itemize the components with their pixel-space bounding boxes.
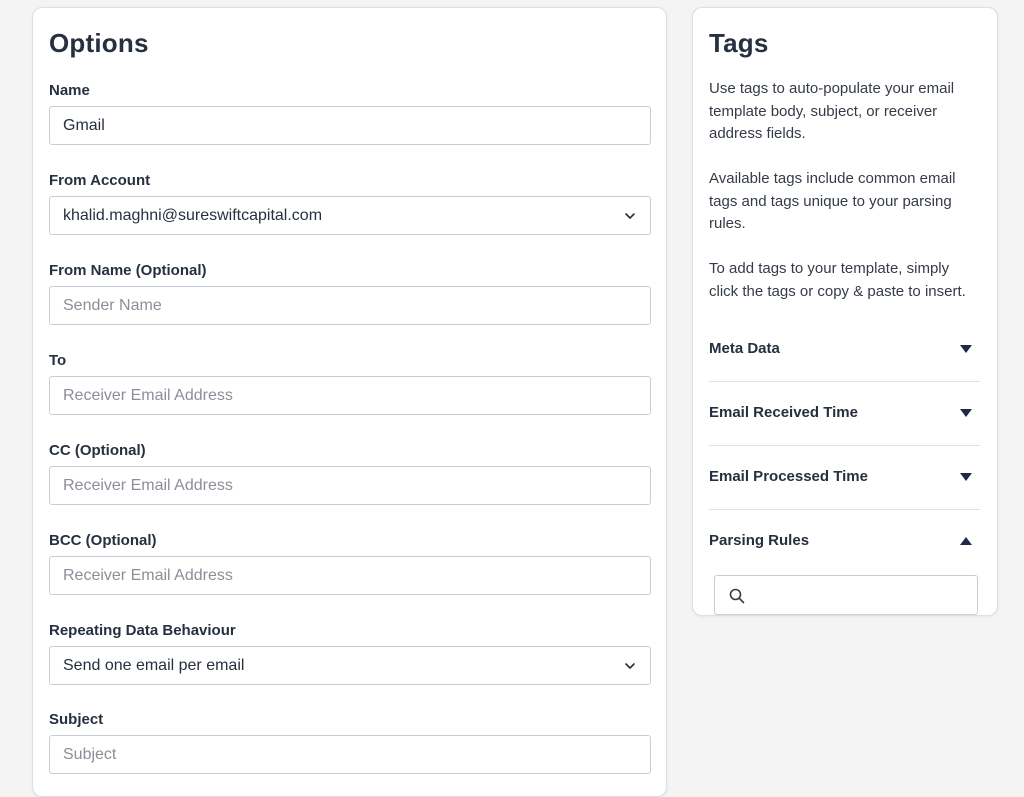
name-field-group: Name (49, 81, 651, 145)
subject-field-group: Subject (49, 710, 651, 774)
from-account-label: From Account (49, 172, 151, 189)
chevron-down-icon (625, 663, 635, 669)
from-account-select[interactable]: khalid.maghni@sureswiftcapital.com (49, 196, 651, 235)
subject-input-box[interactable] (49, 735, 651, 774)
from-account-field-group: From Account khalid.maghni@sureswiftcapi… (49, 171, 651, 235)
accordion-label: Email Processed Time (709, 468, 868, 485)
subject-input[interactable] (63, 736, 637, 773)
bcc-field-group: BCC (Optional) (49, 531, 651, 595)
accordion-parsing-rules[interactable]: Parsing Rules (709, 510, 980, 574)
from-name-field-group: From Name (Optional) (49, 261, 651, 325)
caret-down-icon (960, 345, 972, 353)
name-input[interactable] (63, 107, 637, 144)
caret-up-icon (960, 537, 972, 545)
bcc-input-box[interactable] (49, 556, 651, 595)
options-panel: Options Name From Account khalid.maghni@… (32, 7, 667, 797)
to-input[interactable] (63, 377, 637, 414)
repeating-data-value: Send one email per email (63, 657, 245, 674)
subject-label: Subject (49, 711, 104, 728)
repeating-data-label: Repeating Data Behaviour (49, 622, 236, 639)
options-title: Options (49, 28, 149, 58)
from-account-value: khalid.maghni@sureswiftcapital.com (63, 207, 323, 224)
caret-down-icon (960, 409, 972, 417)
accordion-label: Parsing Rules (709, 532, 810, 549)
name-label: Name (49, 82, 90, 99)
tags-description-3: To add tags to your template, simply cli… (709, 260, 966, 300)
to-field-group: To (49, 351, 651, 415)
repeating-data-field-group: Repeating Data Behaviour Send one email … (49, 621, 651, 685)
tags-description-2: Available tags include common email tags… (709, 170, 956, 232)
parsing-rules-search-input[interactable] (714, 575, 978, 615)
accordion-label: Email Received Time (709, 404, 858, 421)
cc-field-group: CC (Optional) (49, 441, 651, 505)
from-name-input-box[interactable] (49, 286, 651, 325)
name-input-box[interactable] (49, 106, 651, 145)
accordion-email-processed-time[interactable]: Email Processed Time (709, 446, 980, 510)
tags-description-1: Use tags to auto-populate your email tem… (709, 80, 955, 142)
cc-input[interactable] (63, 467, 637, 504)
accordion-label: Meta Data (709, 340, 780, 357)
bcc-label: BCC (Optional) (49, 532, 157, 549)
search-icon (729, 588, 745, 604)
accordion-meta-data[interactable]: Meta Data (709, 318, 980, 382)
tags-panel: Tags Use tags to auto-populate your emai… (692, 7, 998, 616)
to-label: To (49, 352, 67, 369)
bcc-input[interactable] (63, 557, 637, 594)
cc-input-box[interactable] (49, 466, 651, 505)
accordion-email-received-time[interactable]: Email Received Time (709, 382, 980, 446)
from-name-input[interactable] (63, 287, 637, 324)
repeating-data-select[interactable]: Send one email per email (49, 646, 651, 685)
chevron-down-icon (625, 213, 635, 219)
cc-label: CC (Optional) (49, 442, 146, 459)
caret-down-icon (960, 473, 972, 481)
tags-title: Tags (709, 28, 769, 58)
from-name-label: From Name (Optional) (49, 262, 207, 279)
to-input-box[interactable] (49, 376, 651, 415)
